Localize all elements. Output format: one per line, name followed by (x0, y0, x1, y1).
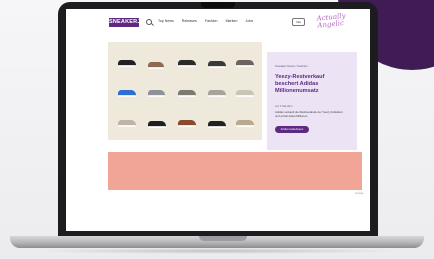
sneaker-shoe (208, 61, 226, 68)
site-header: SNEAKERJAGD Top News Releases Fashion Ma… (66, 9, 370, 35)
ad-label: Anzeige (355, 192, 364, 195)
script-logo[interactable]: Actually Angelic (316, 10, 370, 30)
hero-meta: vor 2 Stunden (275, 104, 293, 108)
nav-item-fashion[interactable]: Fashion (205, 19, 218, 23)
stage: SNEAKERJAGD Top News Releases Fashion Ma… (0, 0, 434, 259)
sneaker-shoe (178, 90, 196, 97)
laptop-shadow (30, 248, 404, 254)
read-more-button[interactable]: Artikel weiterlesen (275, 126, 309, 133)
sneaker-shoe (148, 62, 164, 69)
hero-info-card: Sneaker-News / Fashion Yeezy-Restverkauf… (267, 52, 357, 150)
search-icon[interactable] (146, 19, 152, 25)
hero-category[interactable]: Sneaker-News / Fashion (275, 64, 308, 68)
sneaker-shoe (236, 60, 254, 67)
laptop-screen: SNEAKERJAGD Top News Releases Fashion Ma… (66, 9, 370, 231)
sneaker-shoe (148, 121, 166, 128)
sneaker-shoe (118, 90, 136, 97)
ad-banner[interactable] (108, 152, 362, 190)
sneaker-shoe (118, 60, 136, 67)
nav-item-marken[interactable]: Marken (226, 19, 238, 23)
sneaker-shoe (178, 60, 196, 67)
hero-headline[interactable]: Yeezy-Restverkauf beschert Adidas Millio… (275, 74, 349, 95)
main-nav: Top News Releases Fashion Marken Jobs (158, 19, 253, 23)
hero-excerpt: Adidas verkauft die Restbestände der Yee… (275, 110, 343, 118)
sneaker-shoe (208, 121, 226, 128)
sneaker-shoe (208, 90, 226, 97)
nav-item-releases[interactable]: Releases (182, 19, 197, 23)
laptop-opening-lip (199, 236, 247, 241)
camera-notch (201, 2, 235, 8)
nav-item-top-news[interactable]: Top News (158, 19, 174, 23)
sneaker-shoe (236, 120, 254, 127)
site-logo[interactable]: SNEAKERJAGD (109, 18, 153, 27)
nav-item-jobs[interactable]: Jobs (246, 19, 254, 23)
sneaker-shoe (148, 90, 165, 97)
sneaker-shoe (236, 90, 254, 97)
hero-teaser[interactable]: Sneaker-News / Fashion Yeezy-Restverkauf… (108, 42, 357, 150)
laptop-bezel: SNEAKERJAGD Top News Releases Fashion Ma… (58, 2, 378, 238)
sneaker-shoe (178, 120, 196, 127)
sneaker-shoe (118, 120, 136, 127)
header-cta-button[interactable]: Info (292, 18, 305, 26)
hero-image-sneakers[interactable] (108, 42, 262, 140)
